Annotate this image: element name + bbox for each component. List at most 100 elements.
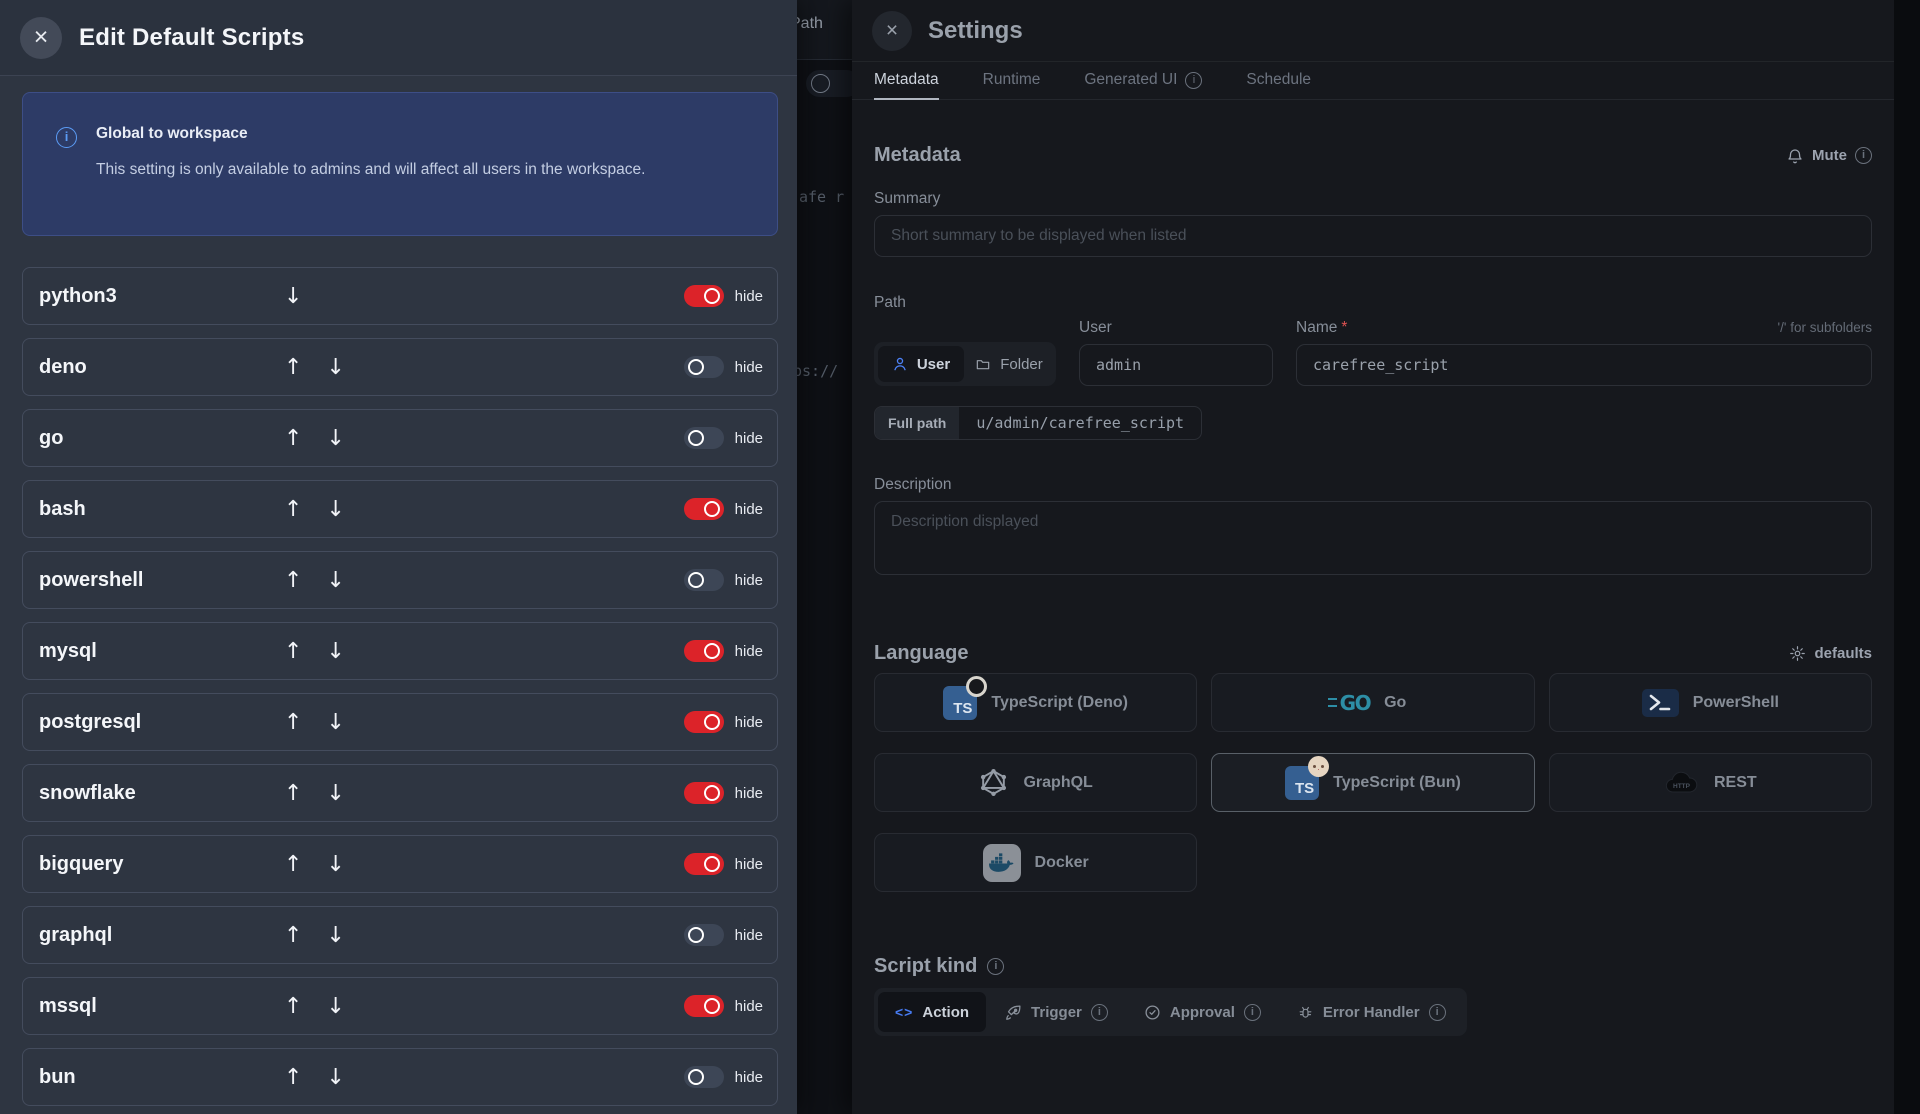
full-path-label: Full path bbox=[875, 407, 960, 439]
hide-toggle[interactable] bbox=[683, 1066, 724, 1088]
toggle-knob bbox=[703, 998, 720, 1014]
description-label: Description bbox=[874, 476, 952, 493]
move-up-button[interactable]: ↑ bbox=[284, 852, 302, 877]
hide-toggle[interactable] bbox=[683, 498, 724, 520]
move-up-button[interactable]: ↑ bbox=[284, 426, 302, 451]
hide-toggle[interactable] bbox=[683, 711, 724, 733]
hide-label: hide bbox=[734, 642, 763, 660]
move-up-button[interactable]: ↑ bbox=[284, 781, 302, 806]
toggle-knob bbox=[687, 572, 704, 588]
summary-input[interactable] bbox=[874, 215, 1872, 257]
owner-option-user[interactable]: User bbox=[878, 346, 964, 382]
toggle-knob bbox=[687, 359, 704, 375]
script-kind-trigger[interactable]: Trigger i bbox=[988, 992, 1125, 1032]
move-up-button[interactable]: ↑ bbox=[284, 710, 302, 735]
hide-toggle[interactable] bbox=[683, 924, 724, 946]
default-script-row-mssql: mssql ↑ ↓ hide bbox=[22, 977, 778, 1035]
language-option-docker[interactable]: Docker bbox=[874, 833, 1198, 892]
move-up-button[interactable]: ↑ bbox=[284, 568, 302, 593]
script-kind-approval[interactable]: Approval i bbox=[1127, 992, 1278, 1032]
hide-toggle[interactable] bbox=[683, 569, 724, 591]
tab-runtime[interactable]: Runtime bbox=[983, 62, 1041, 100]
hide-toggle[interactable] bbox=[683, 285, 724, 307]
toggle-knob bbox=[687, 1069, 704, 1085]
owner-option-folder[interactable]: Folder bbox=[966, 346, 1052, 382]
toggle-knob bbox=[703, 856, 720, 872]
mute-button[interactable]: Mute i bbox=[1786, 147, 1872, 165]
description-input[interactable] bbox=[874, 501, 1872, 575]
default-script-row-bun: bun ↑ ↓ hide bbox=[22, 1048, 778, 1106]
script-kind-action[interactable]: <> Action bbox=[878, 992, 987, 1032]
default-script-row-snowflake: snowflake ↑ ↓ hide bbox=[22, 764, 778, 822]
reorder-arrows: ↑ ↓ bbox=[284, 639, 345, 664]
move-down-button[interactable]: ↓ bbox=[326, 781, 344, 806]
defaults-button[interactable]: defaults bbox=[1789, 645, 1872, 662]
reorder-arrows: ↑ ↓ bbox=[284, 1065, 345, 1090]
close-settings-button[interactable]: × bbox=[872, 10, 912, 51]
settings-title: Settings bbox=[928, 16, 1023, 44]
language-option-typescript-deno[interactable]: TS TypeScript (Deno) bbox=[874, 673, 1198, 732]
hide-toggle[interactable] bbox=[683, 356, 724, 378]
tab-schedule[interactable]: Schedule bbox=[1246, 62, 1311, 100]
language-option-graphql[interactable]: GraphQL bbox=[874, 753, 1198, 812]
user-field[interactable] bbox=[1079, 344, 1273, 386]
folder-icon bbox=[975, 356, 991, 372]
move-up-button[interactable]: ↑ bbox=[284, 1065, 302, 1090]
toggle-knob bbox=[703, 785, 720, 801]
toggle-knob bbox=[703, 288, 720, 304]
language-name: bash bbox=[39, 497, 86, 520]
docker-icon bbox=[982, 843, 1021, 882]
move-up-button[interactable]: ↑ bbox=[284, 923, 302, 948]
language-option-powershell[interactable]: PowerShell bbox=[1548, 673, 1872, 732]
reorder-arrows: ↑ ↓ bbox=[284, 923, 345, 948]
language-name: python3 bbox=[39, 284, 117, 307]
language-name: bigquery bbox=[39, 852, 124, 875]
move-down-button[interactable]: ↓ bbox=[326, 710, 344, 735]
move-down-button[interactable]: ↓ bbox=[326, 568, 344, 593]
move-up-button[interactable]: ↑ bbox=[284, 497, 302, 522]
panel-title: Edit Default Scripts bbox=[79, 23, 305, 51]
background-right-edge bbox=[1894, 0, 1920, 1114]
move-up-button[interactable]: ↑ bbox=[284, 355, 302, 380]
full-path-value: u/admin/carefree_script bbox=[976, 414, 1185, 432]
move-up-button[interactable]: ↑ bbox=[284, 639, 302, 664]
language-option-go[interactable]: GO Go bbox=[1211, 673, 1535, 732]
move-down-button[interactable]: ↓ bbox=[326, 852, 344, 877]
reorder-arrows: ↑ ↓ bbox=[284, 355, 345, 380]
toggle-knob bbox=[703, 643, 720, 659]
default-script-row-graphql: graphql ↑ ↓ hide bbox=[22, 906, 778, 964]
toggle-knob bbox=[687, 927, 704, 943]
language-option-typescript-bun[interactable]: TS TypeScript (Bun) bbox=[1211, 753, 1535, 812]
tab-metadata[interactable]: Metadata bbox=[874, 62, 939, 100]
hide-toggle[interactable] bbox=[683, 427, 724, 449]
toggle-knob bbox=[687, 430, 704, 446]
hide-toggle[interactable] bbox=[683, 782, 724, 804]
move-down-button[interactable]: ↓ bbox=[326, 994, 344, 1019]
check-circle-icon bbox=[1144, 1004, 1161, 1021]
graphql-icon bbox=[978, 767, 1009, 798]
tab-generated-ui[interactable]: Generated UI i bbox=[1084, 62, 1203, 100]
move-down-button[interactable]: ↓ bbox=[326, 1065, 344, 1090]
hide-toggle[interactable] bbox=[683, 853, 724, 875]
move-down-button[interactable]: ↓ bbox=[284, 284, 302, 309]
language-name: mssql bbox=[39, 994, 97, 1017]
info-banner-title: Global to workspace bbox=[96, 125, 248, 142]
hide-toggle[interactable] bbox=[683, 995, 724, 1017]
language-name: deno bbox=[39, 355, 87, 378]
move-down-button[interactable]: ↓ bbox=[326, 639, 344, 664]
move-down-button[interactable]: ↓ bbox=[326, 497, 344, 522]
script-kind-error-handler[interactable]: Error Handler i bbox=[1280, 992, 1463, 1032]
move-down-button[interactable]: ↓ bbox=[326, 923, 344, 948]
move-down-button[interactable]: ↓ bbox=[326, 426, 344, 451]
move-down-button[interactable]: ↓ bbox=[326, 355, 344, 380]
svg-text:HTTP: HTTP bbox=[1673, 783, 1691, 790]
hide-label: hide bbox=[734, 358, 763, 376]
hide-toggle[interactable] bbox=[683, 640, 724, 662]
hide-label: hide bbox=[734, 571, 763, 589]
hide-label: hide bbox=[734, 429, 763, 447]
name-field[interactable] bbox=[1296, 344, 1872, 386]
language-option-rest[interactable]: HTTP REST bbox=[1548, 753, 1872, 812]
move-up-button[interactable]: ↑ bbox=[284, 994, 302, 1019]
background-editor-strip: Path afe r ps:// bbox=[797, 0, 852, 1114]
close-button[interactable]: × bbox=[20, 16, 62, 59]
